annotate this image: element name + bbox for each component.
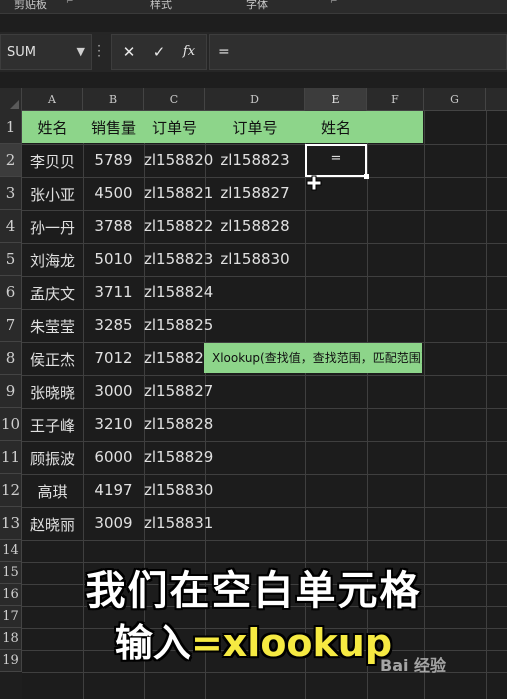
column-header-c[interactable]: C (144, 88, 205, 111)
table-cell-order[interactable]: zl158826 (144, 349, 213, 367)
table-cell-name[interactable]: 侯正杰 (22, 349, 83, 370)
drag-handle-icon[interactable]: · · · (96, 40, 102, 62)
table-cell-sales[interactable]: 6000 (83, 448, 144, 466)
enter-icon[interactable]: ✓ (148, 43, 170, 61)
subtitle-line-2-code: =xlookup (190, 621, 393, 665)
table-cell-order[interactable]: zl158828 (144, 415, 213, 433)
column-headers: A B C D E F G (0, 88, 507, 111)
column-header-g[interactable]: G (424, 88, 486, 111)
table-cell-order[interactable]: zl158824 (144, 283, 213, 301)
row-header-5[interactable]: 5 (0, 243, 22, 276)
font-launcher-icon[interactable]: ⌐ (330, 0, 338, 7)
table-cell-sales[interactable]: 7012 (83, 349, 144, 367)
row-header-4[interactable]: 4 (0, 210, 22, 243)
column-header-f[interactable]: F (367, 88, 424, 111)
header-sales[interactable]: 销售量 (83, 117, 144, 138)
table-cell-order[interactable]: zl158829 (144, 448, 213, 466)
lookup-order-cell[interactable]: zl158830 (205, 250, 305, 268)
xlookup-syntax-hint: Xlookup(查找值，查找范围，匹配范围) (204, 343, 422, 373)
table-cell-name[interactable]: 王子峰 (22, 415, 83, 436)
chevron-down-icon[interactable]: ▼ (77, 45, 85, 58)
row-header-10[interactable]: 10 (0, 408, 22, 441)
table-cell-sales[interactable]: 3788 (83, 217, 144, 235)
ribbon-group-font: 字体 (246, 0, 268, 11)
table-cell-sales[interactable]: 3711 (83, 283, 144, 301)
column-header-b[interactable]: B (83, 88, 144, 111)
cancel-icon[interactable]: ✕ (118, 43, 140, 61)
table-cell-name[interactable]: 高琪 (22, 481, 83, 502)
column-header-a[interactable]: A (22, 88, 83, 111)
formula-buttons: ✕ ✓ fx (111, 34, 207, 70)
column-header-d[interactable]: D (205, 88, 305, 111)
table-cell-name[interactable]: 孟庆文 (22, 283, 83, 304)
table-cell-order[interactable]: zl158827 (144, 382, 213, 400)
ribbon-group-clipboard: 剪贴板 (14, 0, 47, 11)
row-header-6[interactable]: 6 (0, 276, 22, 309)
table-cell-sales[interactable]: 3009 (83, 514, 144, 532)
header-lookup-name[interactable]: 姓名 (305, 117, 367, 138)
ribbon-group-styles: 样式 (150, 0, 172, 11)
table-cell-order[interactable]: zl158820 (144, 151, 213, 169)
table-cell-name[interactable]: 孙一丹 (22, 217, 83, 238)
table-cell-sales[interactable]: 3285 (83, 316, 144, 334)
row-header-13[interactable]: 13 (0, 507, 22, 540)
lookup-order-cell[interactable]: zl158823 (205, 151, 305, 169)
header-lookup-order[interactable]: 订单号 (205, 117, 305, 138)
row-header-9[interactable]: 9 (0, 375, 22, 408)
formula-input[interactable]: = (209, 34, 507, 70)
row-header-2[interactable]: 2 (0, 144, 22, 177)
table-cell-order[interactable]: zl158825 (144, 316, 213, 334)
formula-bar-row: SUM ▼ · · · ✕ ✓ fx = (0, 32, 507, 72)
active-cell-e2[interactable]: = (305, 144, 367, 177)
table-cell-sales[interactable]: 3210 (83, 415, 144, 433)
row-header-7[interactable]: 7 (0, 309, 22, 342)
subtitle-line-2-prefix: 输入 (114, 621, 191, 665)
table-cell-order[interactable]: zl158822 (144, 217, 213, 235)
header-order[interactable]: 订单号 (144, 117, 205, 138)
row-header-12[interactable]: 12 (0, 474, 22, 507)
table-cell-sales[interactable]: 4500 (83, 184, 144, 202)
table-cell-sales[interactable]: 3000 (83, 382, 144, 400)
table-cell-sales[interactable]: 5789 (83, 151, 144, 169)
clipboard-launcher-icon[interactable]: ⌐ (66, 0, 74, 7)
lookup-order-cell[interactable]: zl158828 (205, 217, 305, 235)
table-cell-name[interactable]: 张晓晓 (22, 382, 83, 403)
cell-cursor-icon (306, 175, 322, 191)
table-cell-sales[interactable]: 4197 (83, 481, 144, 499)
table-cell-name[interactable]: 刘海龙 (22, 250, 83, 271)
table-cell-order[interactable]: zl158821 (144, 184, 213, 202)
watermark-logo: Bai 经验 (380, 656, 447, 675)
insert-function-icon[interactable]: fx (178, 44, 200, 59)
row-header-8[interactable]: 8 (0, 342, 22, 375)
table-cell-name[interactable]: 李贝贝 (22, 151, 83, 172)
header-name[interactable]: 姓名 (22, 117, 83, 138)
table-cell-name[interactable]: 顾振波 (22, 448, 83, 469)
table-cell-sales[interactable]: 5010 (83, 250, 144, 268)
table-cell-name[interactable]: 赵晓丽 (22, 514, 83, 535)
table-cell-name[interactable]: 朱莹莹 (22, 316, 83, 337)
name-box[interactable]: SUM ▼ (0, 34, 92, 70)
row-header-11[interactable]: 11 (0, 441, 22, 474)
name-box-value: SUM (7, 45, 36, 60)
table-cell-name[interactable]: 张小亚 (22, 184, 83, 205)
active-cell-text: = (330, 151, 342, 166)
row-header-3[interactable]: 3 (0, 177, 22, 210)
table-cell-order[interactable]: zl158831 (144, 514, 213, 532)
table-cell-order[interactable]: zl158830 (144, 481, 213, 499)
row-header-1[interactable]: 1 (0, 111, 22, 144)
ribbon-group-labels: 剪贴板 ⌐ 样式 字体 ⌐ (0, 0, 507, 14)
fill-handle[interactable] (364, 174, 369, 179)
table-cell-order[interactable]: zl158823 (144, 250, 213, 268)
subtitle-line-1: 我们在空白单元格 (85, 568, 422, 614)
lookup-order-cell[interactable]: zl158827 (205, 184, 305, 202)
select-all-corner[interactable] (0, 88, 22, 111)
formula-input-text: = (218, 44, 230, 60)
column-header-e[interactable]: E (305, 88, 367, 111)
